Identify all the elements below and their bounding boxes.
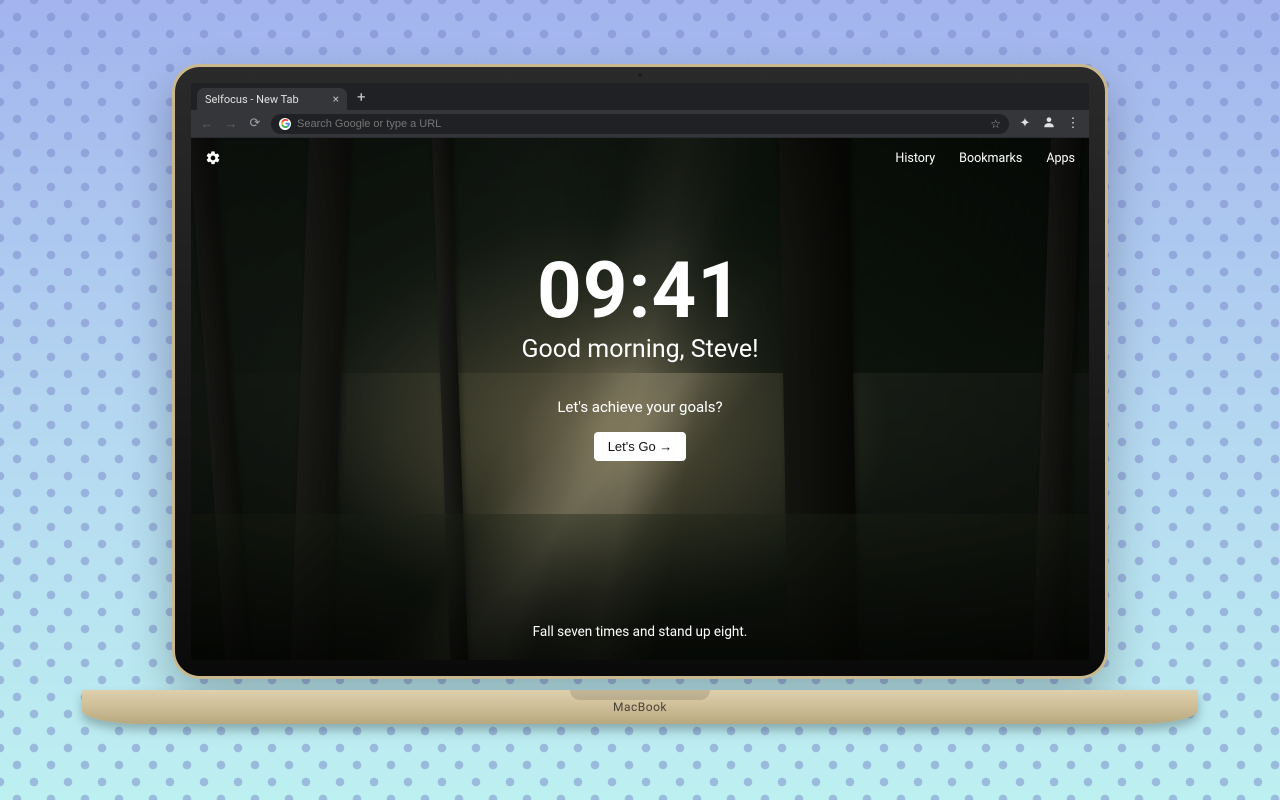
- back-icon[interactable]: ←: [199, 116, 215, 132]
- quote-text: Fall seven times and stand up eight.: [191, 624, 1089, 640]
- extensions-icon[interactable]: ✦: [1017, 116, 1033, 131]
- laptop-screen: Selfocus - New Tab × + ← → ⟳ ☆ ✦: [191, 83, 1089, 660]
- laptop-mockup: Selfocus - New Tab × + ← → ⟳ ☆ ✦: [172, 64, 1108, 724]
- omnibox[interactable]: ☆: [271, 114, 1009, 134]
- browser-tabstrip: Selfocus - New Tab × +: [191, 83, 1089, 110]
- bookmark-star-icon[interactable]: ☆: [990, 117, 1001, 131]
- laptop-lid: Selfocus - New Tab × + ← → ⟳ ☆ ✦: [172, 64, 1108, 679]
- profile-icon[interactable]: [1041, 115, 1057, 133]
- greeting-text: Good morning, Steve!: [521, 335, 758, 364]
- subheading-text: Let's achieve your goals?: [557, 398, 722, 416]
- close-tab-icon[interactable]: ×: [333, 93, 339, 105]
- laptop-notch: [570, 690, 710, 700]
- page-overlay: History Bookmarks Apps 09:41 Good mornin…: [191, 138, 1089, 660]
- top-nav-links: History Bookmarks Apps: [895, 151, 1075, 166]
- forward-icon[interactable]: →: [223, 116, 239, 132]
- laptop-camera: [637, 72, 643, 78]
- laptop-base: MacBook: [82, 690, 1198, 724]
- reload-icon[interactable]: ⟳: [247, 116, 263, 131]
- browser-toolbar: ← → ⟳ ☆ ✦ ⋮: [191, 110, 1089, 138]
- center-content: 09:41 Good morning, Steve! Let's achieve…: [191, 253, 1089, 461]
- new-tab-button[interactable]: +: [357, 88, 366, 106]
- browser-tab[interactable]: Selfocus - New Tab ×: [197, 88, 347, 110]
- omnibox-input[interactable]: [297, 118, 984, 130]
- laptop-brand-label: MacBook: [82, 700, 1198, 714]
- nav-link-apps[interactable]: Apps: [1046, 151, 1075, 166]
- clock-display: 09:41: [537, 253, 743, 331]
- new-tab-page: History Bookmarks Apps 09:41 Good mornin…: [191, 138, 1089, 660]
- settings-gear-icon[interactable]: [205, 150, 221, 166]
- browser-tab-title: Selfocus - New Tab: [205, 93, 299, 106]
- lets-go-button[interactable]: Let's Go →: [594, 432, 687, 461]
- kebab-menu-icon[interactable]: ⋮: [1065, 116, 1081, 131]
- google-icon: [279, 118, 291, 130]
- nav-link-history[interactable]: History: [895, 151, 935, 166]
- nav-link-bookmarks[interactable]: Bookmarks: [959, 151, 1022, 166]
